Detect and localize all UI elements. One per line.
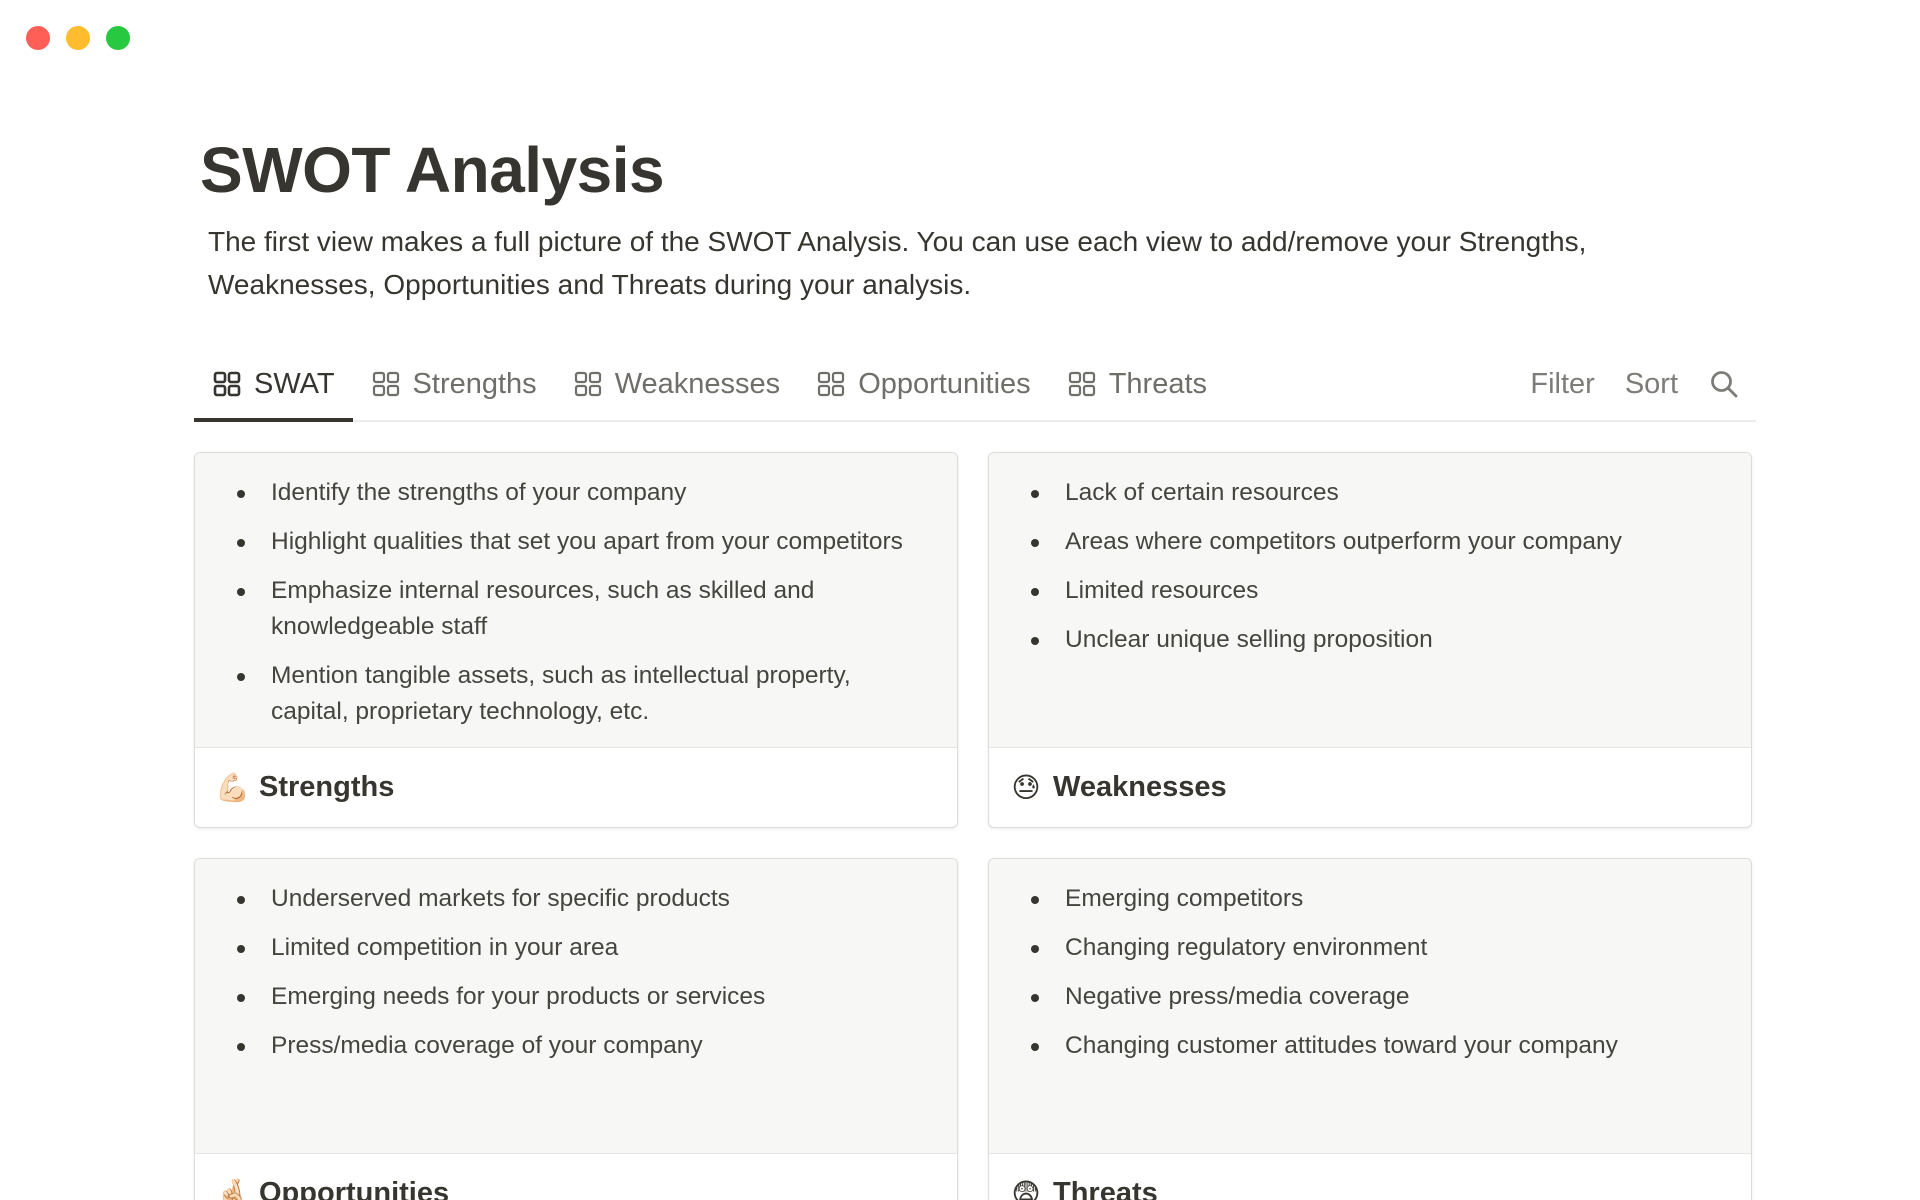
list-item: Press/media coverage of your company — [233, 1028, 917, 1064]
bullet-list: Lack of certain resources Areas where co… — [1027, 475, 1711, 658]
tab-strengths[interactable]: Strengths — [353, 348, 555, 420]
gallery-icon — [573, 369, 603, 399]
list-item: Unclear unique selling proposition — [1027, 622, 1711, 658]
list-item: Mention tangible assets, such as intelle… — [233, 658, 917, 730]
card-preview: Lack of certain resources Areas where co… — [989, 453, 1751, 748]
card-preview: Underserved markets for specific product… — [195, 859, 957, 1154]
gallery-icon — [1067, 369, 1097, 399]
view-tabs-bar: SWAT Strengths Weaknesses Opportunities — [194, 348, 1756, 422]
list-item: Limited resources — [1027, 573, 1711, 609]
gallery-icon — [816, 369, 846, 399]
card-title: Strengths — [259, 771, 395, 803]
card-preview: Emerging competitors Changing regulatory… — [989, 859, 1751, 1154]
list-item: Changing customer attitudes toward your … — [1027, 1028, 1711, 1064]
list-item: Limited competition in your area — [233, 930, 917, 966]
tab-label: Strengths — [412, 367, 537, 400]
gallery-icon — [371, 369, 401, 399]
tab-label: Threats — [1108, 367, 1208, 400]
fearful-face-icon: 😨 — [1011, 1178, 1041, 1200]
app-window: SWOT Analysis The first view makes a ful… — [0, 0, 1920, 1200]
card-title-row: 😓 Weaknesses — [989, 748, 1751, 827]
card-title-row: 🤞🏻 Opportunities — [195, 1154, 957, 1200]
list-item: Identify the strengths of your company — [233, 475, 917, 511]
tab-label: SWAT — [254, 367, 335, 400]
list-item: Negative press/media coverage — [1027, 979, 1711, 1015]
crossed-fingers-icon: 🤞🏻 — [215, 1178, 250, 1200]
tab-swat[interactable]: SWAT — [194, 348, 353, 422]
list-item: Lack of certain resources — [1027, 475, 1711, 511]
bullet-list: Underserved markets for specific product… — [233, 881, 917, 1064]
sort-button[interactable]: Sort — [1625, 368, 1678, 401]
minimize-window-button[interactable] — [66, 26, 90, 50]
tab-opportunities[interactable]: Opportunities — [798, 348, 1049, 420]
list-item: Emerging needs for your products or serv… — [233, 979, 917, 1015]
gallery-grid: Identify the strengths of your company H… — [194, 452, 1756, 1200]
gallery-card-threats[interactable]: Emerging competitors Changing regulatory… — [988, 858, 1752, 1200]
bullet-list: Emerging competitors Changing regulatory… — [1027, 881, 1711, 1064]
search-icon[interactable] — [1708, 368, 1740, 400]
tab-label: Weaknesses — [614, 367, 781, 400]
tab-weaknesses[interactable]: Weaknesses — [555, 348, 799, 420]
list-item: Highlight qualities that set you apart f… — [233, 524, 917, 560]
list-item: Emerging competitors — [1027, 881, 1711, 917]
gallery-card-opportunities[interactable]: Underserved markets for specific product… — [194, 858, 958, 1200]
view-toolbar: Filter Sort — [1530, 348, 1740, 420]
list-item: Areas where competitors outperform your … — [1027, 524, 1711, 560]
flexed-bicep-icon: 💪🏻 — [215, 772, 250, 803]
filter-button[interactable]: Filter — [1530, 368, 1594, 401]
downcast-sweat-face-icon: 😓 — [1011, 772, 1041, 803]
close-window-button[interactable] — [26, 26, 50, 50]
gallery-card-weaknesses[interactable]: Lack of certain resources Areas where co… — [988, 452, 1752, 828]
card-title-row: 💪🏻 Strengths — [195, 748, 957, 827]
card-preview: Identify the strengths of your company H… — [195, 453, 957, 748]
card-title: Threats — [1053, 1177, 1158, 1200]
card-title-row: 😨 Threats — [989, 1154, 1751, 1200]
window-controls — [26, 26, 130, 50]
tab-label: Opportunities — [858, 367, 1031, 400]
page-title[interactable]: SWOT Analysis — [194, 130, 1756, 210]
gallery-card-strengths[interactable]: Identify the strengths of your company H… — [194, 452, 958, 828]
card-title: Opportunities — [259, 1177, 450, 1200]
maximize-window-button[interactable] — [106, 26, 130, 50]
list-item: Emphasize internal resources, such as sk… — [233, 573, 917, 645]
list-item: Changing regulatory environment — [1027, 930, 1711, 966]
gallery-icon — [212, 369, 242, 399]
tab-threats[interactable]: Threats — [1049, 348, 1225, 420]
bullet-list: Identify the strengths of your company H… — [233, 475, 917, 730]
list-item: Underserved markets for specific product… — [233, 881, 917, 917]
page-description[interactable]: The first view makes a full picture of t… — [208, 220, 1648, 306]
card-title: Weaknesses — [1053, 771, 1227, 803]
page-content: SWOT Analysis The first view makes a ful… — [194, 130, 1756, 1200]
